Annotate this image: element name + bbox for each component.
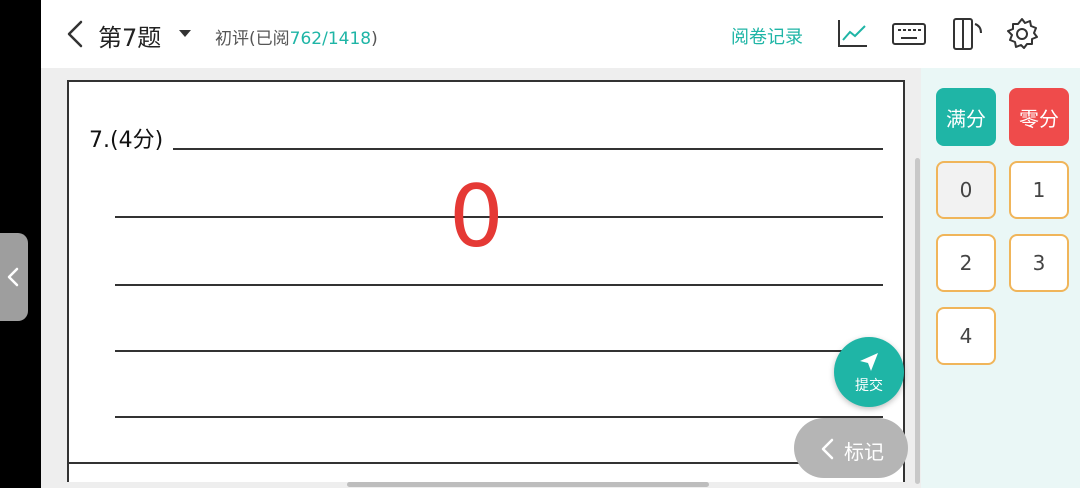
progress-suffix: )	[371, 29, 378, 49]
screen-rotate-icon[interactable]	[949, 16, 985, 52]
side-panel-toggle[interactable]	[0, 233, 28, 321]
marked-score: 0	[449, 167, 504, 267]
grading-record-link[interactable]: 阅卷记录	[731, 23, 803, 49]
score-option-3[interactable]: 3	[1009, 234, 1069, 292]
gear-icon[interactable]	[1004, 16, 1040, 52]
question-label: 7.(4分)	[89, 128, 164, 153]
chevron-left-icon	[7, 267, 19, 287]
score-panel: 满分 零分 0 1 2 3 4	[921, 68, 1080, 488]
trend-chart-icon[interactable]	[835, 16, 871, 52]
submit-label: 提交	[855, 378, 883, 394]
back-icon[interactable]	[63, 18, 89, 50]
score-option-1[interactable]: 1	[1009, 161, 1069, 219]
answer-sheet: 7.(4分) 0	[67, 80, 905, 482]
full-score-button[interactable]: 满分	[936, 88, 996, 146]
score-option-2[interactable]: 2	[936, 234, 996, 292]
question-title[interactable]: 第7题	[98, 18, 161, 53]
header: 第7题 初评(已阅762/1418) 阅卷记录	[41, 0, 1080, 68]
mark-button[interactable]: 标记	[794, 418, 908, 478]
send-icon	[860, 353, 878, 371]
sheet-bottom-border	[67, 462, 905, 464]
answer-line	[115, 350, 883, 352]
progress-count: 762/1418	[289, 29, 372, 49]
zero-score-button[interactable]: 零分	[1009, 88, 1069, 146]
grading-app: 第7题 初评(已阅762/1418) 阅卷记录 7.(4分) 0 满分 零分 0…	[41, 0, 1080, 488]
mark-label: 标记	[844, 440, 884, 464]
answer-line	[173, 148, 883, 150]
answer-line	[115, 416, 883, 418]
score-option-4[interactable]: 4	[936, 307, 996, 365]
vertical-scrollbar[interactable]	[915, 158, 920, 484]
dropdown-caret-icon[interactable]	[179, 30, 191, 37]
horizontal-scrollbar[interactable]	[347, 482, 709, 487]
keyboard-icon[interactable]	[891, 16, 927, 52]
answer-line	[115, 284, 883, 286]
answer-canvas[interactable]: 7.(4分) 0	[41, 68, 921, 488]
score-option-0[interactable]: 0	[936, 161, 996, 219]
review-progress: 初评(已阅762/1418)	[215, 24, 378, 49]
chevron-left-icon	[821, 438, 834, 460]
progress-prefix: 初评(已阅	[215, 29, 290, 49]
submit-button[interactable]: 提交	[834, 337, 904, 407]
